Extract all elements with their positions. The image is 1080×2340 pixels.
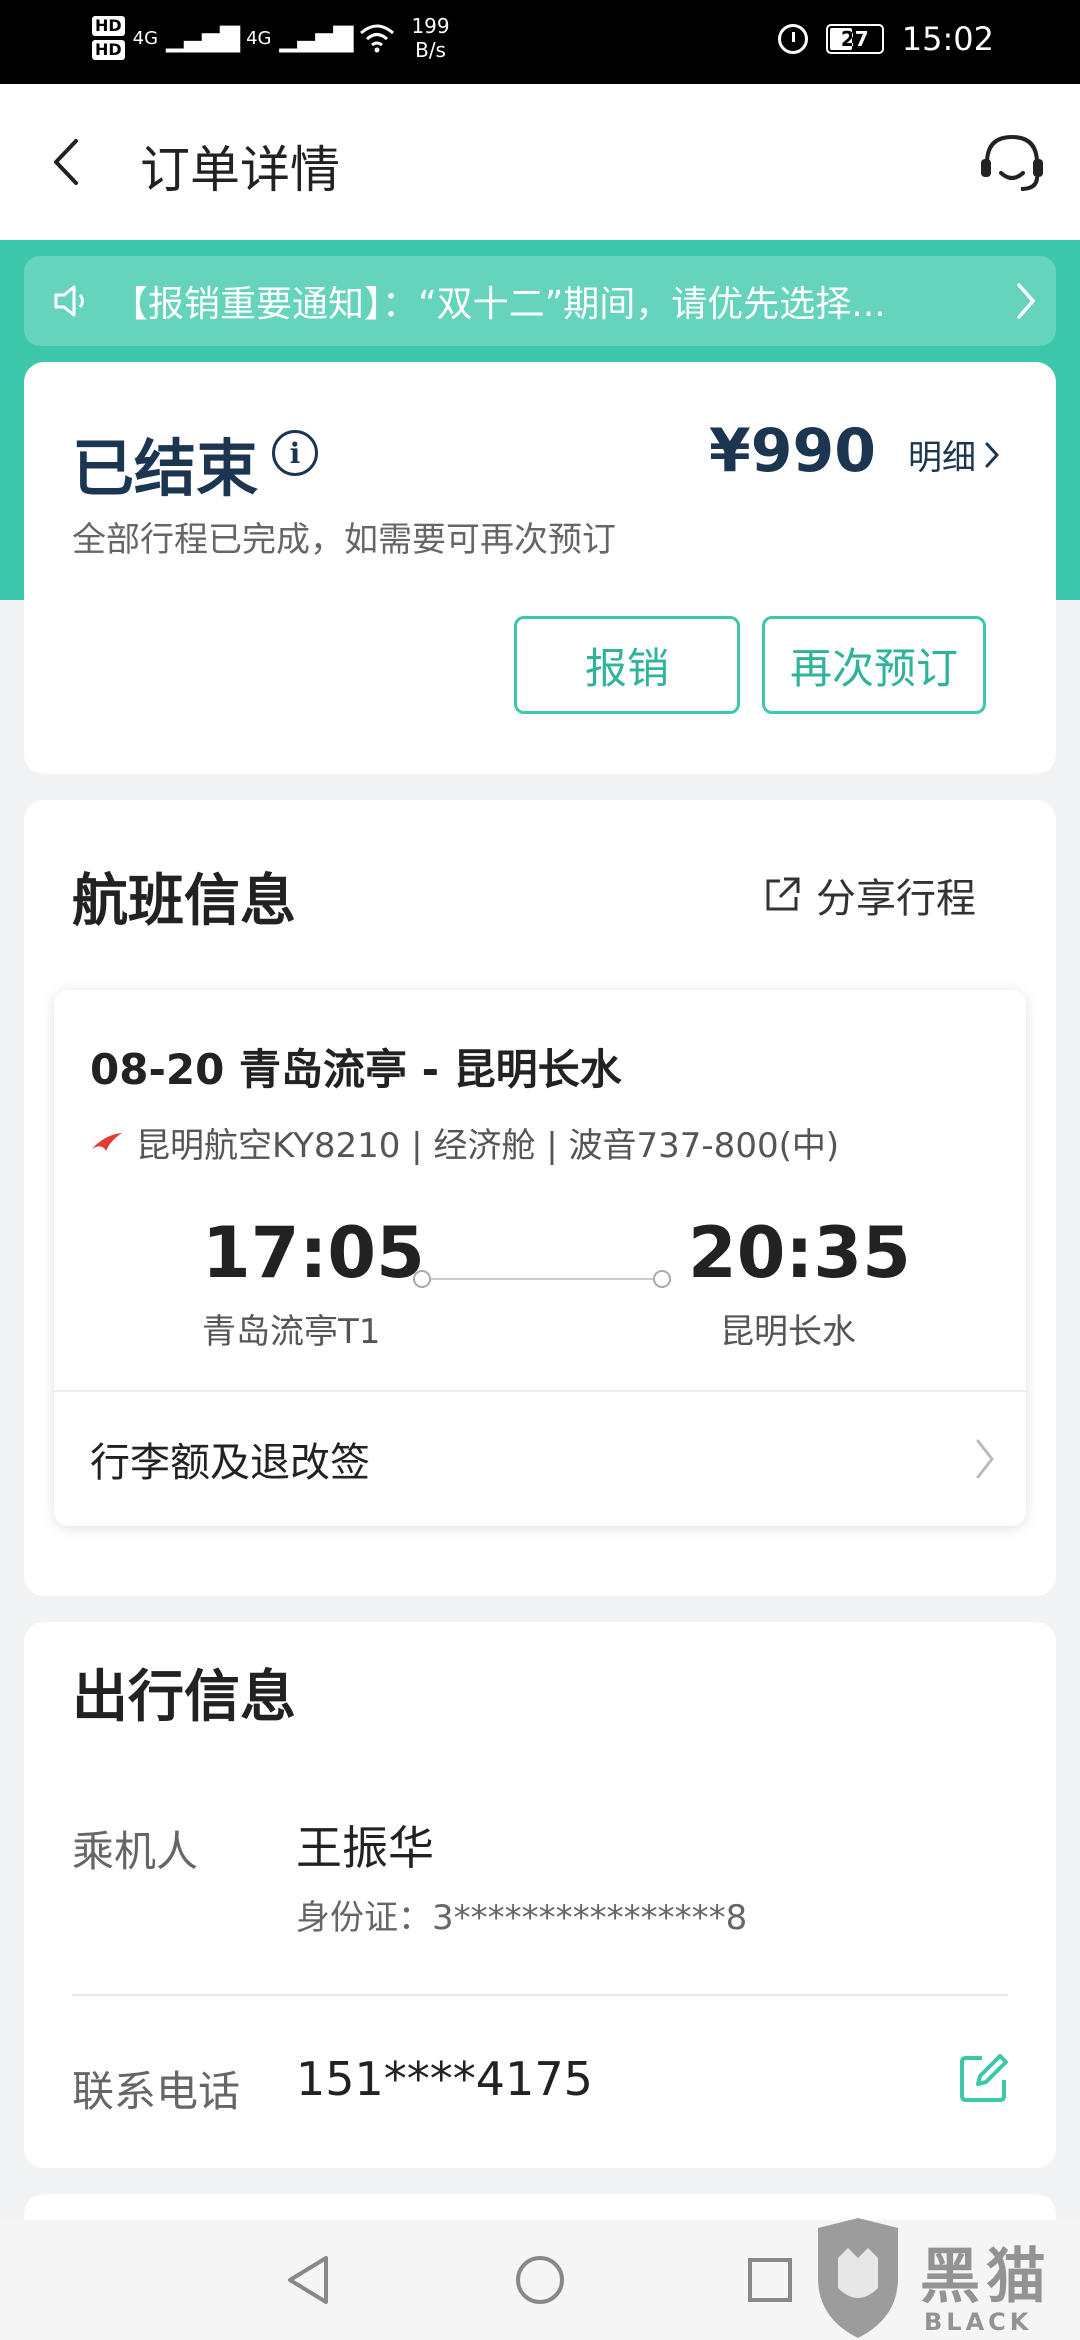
chevron-right-icon [985, 442, 1000, 467]
status-left: HD HD 4G ▁▃▅▇ 4G ▁▃▅▇ 199 B/s [92, 14, 450, 62]
battery-level: 27 [840, 27, 869, 51]
detail-label: 明细 [908, 438, 976, 478]
passenger-id: 身份证：3****************8 [296, 1898, 748, 1938]
square-recents-icon [748, 2258, 792, 2302]
alarm-icon [777, 24, 808, 54]
order-status-title: 已结束 [72, 432, 259, 505]
route-dot-end [653, 1270, 671, 1288]
phone-label: 联系电话 [72, 2067, 241, 2116]
signal-icon-2: ▁▃▅▇ [279, 23, 353, 53]
triangle-back-icon [288, 2256, 328, 2304]
share-label: 分享行程 [816, 876, 976, 922]
divider [72, 1994, 1008, 1996]
wifi-icon [360, 24, 395, 53]
watermark-name: 黑猫 [920, 2242, 1052, 2312]
customer-service-button[interactable] [972, 122, 1052, 202]
arrival-time: 20:35 [688, 1212, 911, 1294]
travel-section-title: 出行信息 [72, 1665, 296, 1730]
nav-home-button[interactable] [510, 2250, 570, 2310]
airline-info-row: 昆明航空KY8210 | 经济舱 | 波音737-800(中) [90, 1118, 839, 1167]
rebook-button[interactable]: 再次预订 [762, 616, 986, 714]
net-speed: 199 B/s [411, 14, 449, 62]
chevron-left-icon [54, 139, 78, 185]
back-button[interactable] [30, 122, 100, 202]
edit-icon [960, 2054, 1008, 2102]
edit-phone-button[interactable] [956, 2050, 1012, 2106]
hd-indicator: HD HD [92, 16, 125, 60]
app-header: 订单详情 [0, 84, 1080, 240]
route-connector [413, 1270, 671, 1288]
order-price: ¥990 [709, 416, 876, 486]
chevron-right-icon [996, 281, 1056, 321]
nav-recents-button[interactable] [740, 2250, 800, 2310]
hd-bottom: HD [92, 40, 125, 60]
speed-unit: B/s [415, 38, 446, 62]
passenger-name: 王振华 [296, 1821, 434, 1875]
phone-value: 151****4175 [296, 2052, 593, 2106]
airline-info: 昆明航空KY8210 | 经济舱 | 波音737-800(中) [136, 1126, 840, 1166]
hd-top: HD [92, 16, 125, 36]
speed-value: 199 [411, 14, 450, 38]
status-right: 27 15:02 [777, 20, 994, 58]
net-type-2: 4G [246, 27, 272, 49]
watermark: 黑猫 BLACK CAT [808, 2218, 1080, 2340]
signal-icon: ▁▃▅▇ [166, 23, 240, 53]
departure-airport: 青岛流亭T1 [202, 1312, 381, 1352]
airline-logo-icon [92, 1132, 122, 1151]
baggage-label: 行李额及退改签 [90, 1440, 370, 1486]
flight-route: 08-20 青岛流亭 - 昆明长水 [90, 1045, 622, 1094]
chevron-right-icon [976, 1439, 994, 1479]
page-title: 订单详情 [140, 141, 340, 199]
headset-icon [981, 134, 1043, 191]
net-type-1: 4G [132, 27, 159, 49]
flight-segment[interactable]: 08-20 青岛流亭 - 昆明长水 昆明航空KY8210 | 经济舱 | 波音7… [54, 990, 1026, 1526]
speaker-icon [52, 279, 96, 323]
departure-time: 17:05 [202, 1212, 425, 1294]
order-status-card: 已结束 i ¥990 明细 全部行程已完成，如需要可再次预订 报销 再次预订 [24, 362, 1056, 774]
reimburse-button[interactable]: 报销 [514, 616, 740, 714]
share-icon [766, 877, 800, 911]
status-time: 15:02 [901, 20, 994, 58]
baggage-refund-row[interactable]: 行李额及退改签 [54, 1392, 1026, 1526]
price-detail-link[interactable]: 明细 [908, 430, 1000, 479]
share-trip-button[interactable]: 分享行程 [762, 866, 976, 924]
watermark-en: BLACK CAT [924, 2308, 1033, 2340]
notice-banner[interactable]: 【报销重要通知】：“双十二”期间，请优先选择... [24, 256, 1056, 346]
status-bar: HD HD 4G ▁▃▅▇ 4G ▁▃▅▇ 199 B/s 27 15:02 [0, 0, 1080, 84]
nav-back-button[interactable] [278, 2250, 338, 2310]
circle-home-icon [516, 2256, 564, 2304]
route-dot-start [413, 1270, 431, 1288]
arrival-airport: 昆明长水 [720, 1312, 856, 1352]
flight-info-card: 航班信息 分享行程 08-20 青岛流亭 - 昆明长水 昆明航空KY8210 |… [24, 800, 1056, 1596]
battery-icon: 27 [825, 24, 884, 54]
passenger-label: 乘机人 [72, 1827, 199, 1876]
travel-info-card: 出行信息 乘机人 王振华 身份证：3****************8 联系电话… [24, 1622, 1056, 2168]
order-status-subtitle: 全部行程已完成，如需要可再次预订 [72, 520, 616, 560]
flight-section-title: 航班信息 [72, 869, 296, 934]
notice-text: 【报销重要通知】：“双十二”期间，请优先选择... [112, 284, 886, 325]
cat-shield-logo [818, 2218, 898, 2338]
info-icon[interactable]: i [272, 430, 318, 476]
